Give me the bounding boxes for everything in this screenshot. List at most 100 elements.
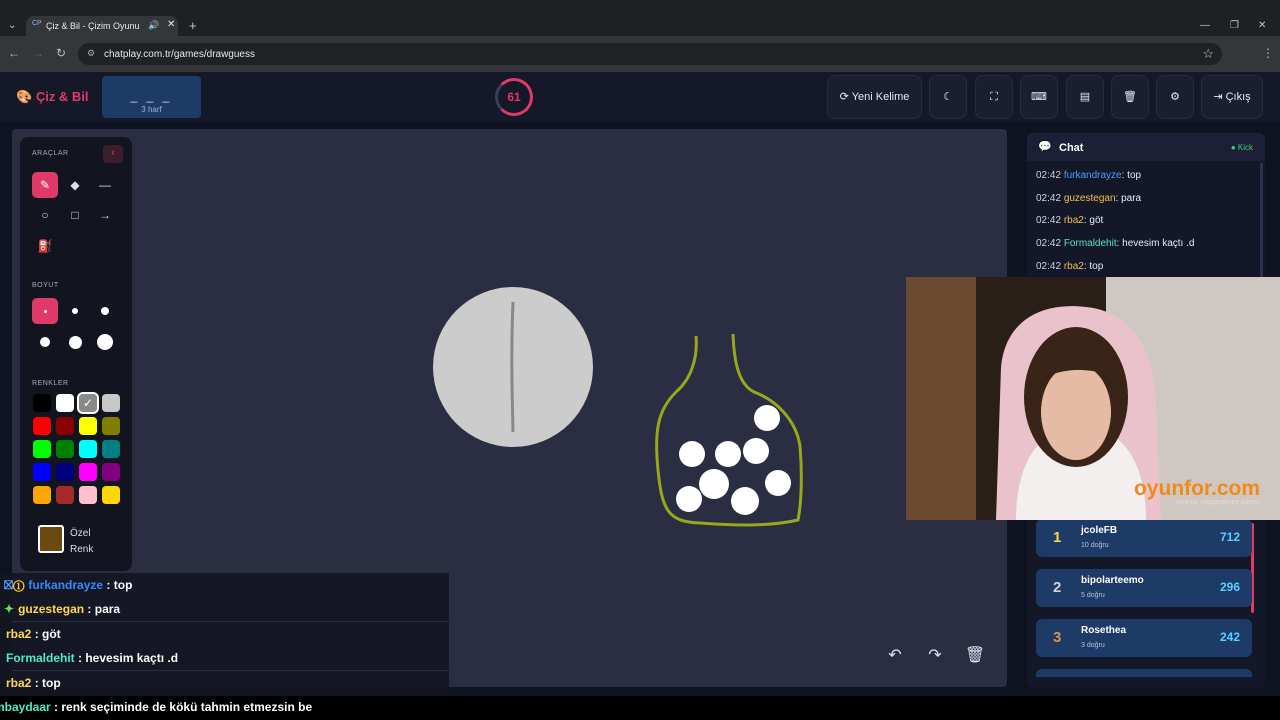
leaderboard-name: jcoleFB [1081,525,1118,536]
pen-tool[interactable]: ✎ [32,172,58,198]
overlay-chat-row: ⛝① furkandrayze : top [0,573,449,597]
minimize-icon[interactable]: — [1200,20,1210,31]
eraser-tool[interactable]: ◆ [62,172,88,198]
color-swatch[interactable] [33,394,51,412]
keyboard-icon: ⌨ [1031,91,1047,103]
size-4[interactable] [32,329,58,355]
favicon-icon: CP [32,20,42,27]
color-swatch[interactable] [79,417,97,435]
line-icon: — [99,178,111,192]
chat-time: 02:42 [1036,238,1062,249]
reload-icon[interactable]: ↻ [56,46,66,60]
color-swatch[interactable] [56,394,74,412]
kick-status-label: Kick [1237,143,1253,152]
chat-user: Formaldehit [1063,238,1117,249]
leaderboard-rank: 1 [1053,529,1062,546]
address-bar[interactable]: ⚙ chatplay.com.tr/games/drawguess ☆ [78,43,1222,65]
close-tab-icon[interactable]: ✕ [167,19,175,30]
word-display: _ _ _ 3 harf [102,76,201,118]
chat-user: furkandrayze [1063,170,1122,181]
chat-bubble-icon: 💬 [1038,141,1052,153]
exit-button[interactable]: ⇥ Çıkış [1201,75,1263,119]
window-close-icon[interactable]: ✕ [1258,20,1266,31]
leaderboard-name: Rosethea [1081,625,1127,636]
badge-icon: ✦ [4,602,15,616]
word-blanks: _ _ _ [130,89,173,103]
size-section-title: BOYUT [32,282,59,289]
browser-tab[interactable]: CP Çiz & Bil - Çizim Oyunu 🔊 ✕ [26,16,178,36]
overlay-chat-message: : top [31,676,61,690]
drawn-balls [676,405,791,515]
leaderboard-rank: 3 [1053,629,1062,646]
chat-message: 02:42 rba2: göt [1036,215,1103,226]
size-1[interactable] [32,298,58,324]
browser-menu-icon[interactable]: ⋮ [1262,46,1274,60]
logout-icon: ⇥ [1213,91,1223,103]
settings-button[interactable]: ⚙ [1156,75,1194,119]
leaderboard-name: bipolarteemo [1081,575,1144,586]
collapse-panel-button[interactable]: ‹ [103,145,123,163]
color-swatch[interactable] [102,394,120,412]
circle-tool[interactable]: ○ [32,202,58,228]
trash-button[interactable]: 🗑 [1111,75,1149,119]
color-swatch[interactable] [102,463,120,481]
color-swatch[interactable] [33,463,51,481]
new-word-button[interactable]: ⟳ Yeni Kelime [827,75,922,119]
chevron-left-icon: ‹ [111,147,115,159]
color-swatch[interactable] [79,463,97,481]
forward-icon[interactable]: → [32,46,44,60]
color-swatch[interactable] [56,463,74,481]
dark-mode-button[interactable]: ☾ [929,75,967,119]
line-tool[interactable]: — [92,172,118,198]
tab-search-icon[interactable]: ⌄ [8,20,16,31]
arrow-tool[interactable]: → [92,202,118,228]
new-tab-icon[interactable]: + [189,18,197,33]
color-swatch[interactable] [56,417,74,435]
badge-icon: ⛝ [4,578,14,592]
arrow-right-icon: → [99,208,111,222]
chat-message: 02:42 Formaldehit: hevesim kaçtı .d [1036,238,1194,249]
overlay-chat-message: : renk seçiminde de kökü tahmin etmezsin… [50,700,313,714]
square-icon: □ [71,208,79,222]
overlay-chat-user: rba2 [6,676,32,690]
fullscreen-button[interactable]: ⛶ [975,75,1013,119]
size-2[interactable] [62,298,88,324]
stream-chat-overlay: ⛝① furkandrayze : top ✦ guzestegan : para … [0,573,449,695]
trash-icon: 🗑 [1123,91,1137,103]
color-swatch[interactable]: ✓ [77,392,99,414]
overlay-chat-row: Formaldehit : hevesim kaçtı .d [0,646,449,670]
custom-color-label-1: Özel [70,528,91,539]
back-icon[interactable]: ← [8,46,20,60]
fill-tool[interactable]: ⛽ [32,233,58,259]
color-swatch[interactable] [33,440,51,458]
archive-button[interactable]: ▤ [1066,75,1104,119]
color-swatch[interactable] [33,486,51,504]
paint-bucket-icon: ⛽ [37,239,53,253]
color-swatch[interactable] [56,486,74,504]
chat-title: Chat [1059,142,1084,154]
color-swatch[interactable] [56,440,74,458]
overlay-chat-row: ✦ guzestegan : para [0,597,449,621]
chat-time: 02:42 [1036,193,1062,204]
color-swatch[interactable] [102,486,120,504]
audio-icon[interactable]: 🔊 [148,20,159,31]
size-6[interactable] [92,329,118,355]
size-3[interactable] [92,298,118,324]
color-swatch[interactable] [33,417,51,435]
color-swatch[interactable] [102,440,120,458]
bookmark-star-icon[interactable]: ☆ [1202,46,1214,62]
size-5[interactable] [62,329,88,355]
color-swatch[interactable] [102,417,120,435]
clear-canvas-button[interactable]: 🗑 [960,641,990,671]
redo-button[interactable]: ↷ [920,641,950,671]
keyboard-button[interactable]: ⌨ [1020,75,1058,119]
chat-user: guzestegan [1063,193,1116,204]
color-swatch[interactable] [79,440,97,458]
color-swatch[interactable] [79,486,97,504]
undo-button[interactable]: ↶ [880,641,910,671]
custom-color-button[interactable]: Özel Renk [38,524,126,558]
site-info-icon[interactable]: ⚙ [87,48,95,59]
rectangle-tool[interactable]: □ [62,202,88,228]
overlay-chat-user: rba2 [6,627,32,641]
maximize-icon[interactable]: ❐ [1230,20,1239,31]
